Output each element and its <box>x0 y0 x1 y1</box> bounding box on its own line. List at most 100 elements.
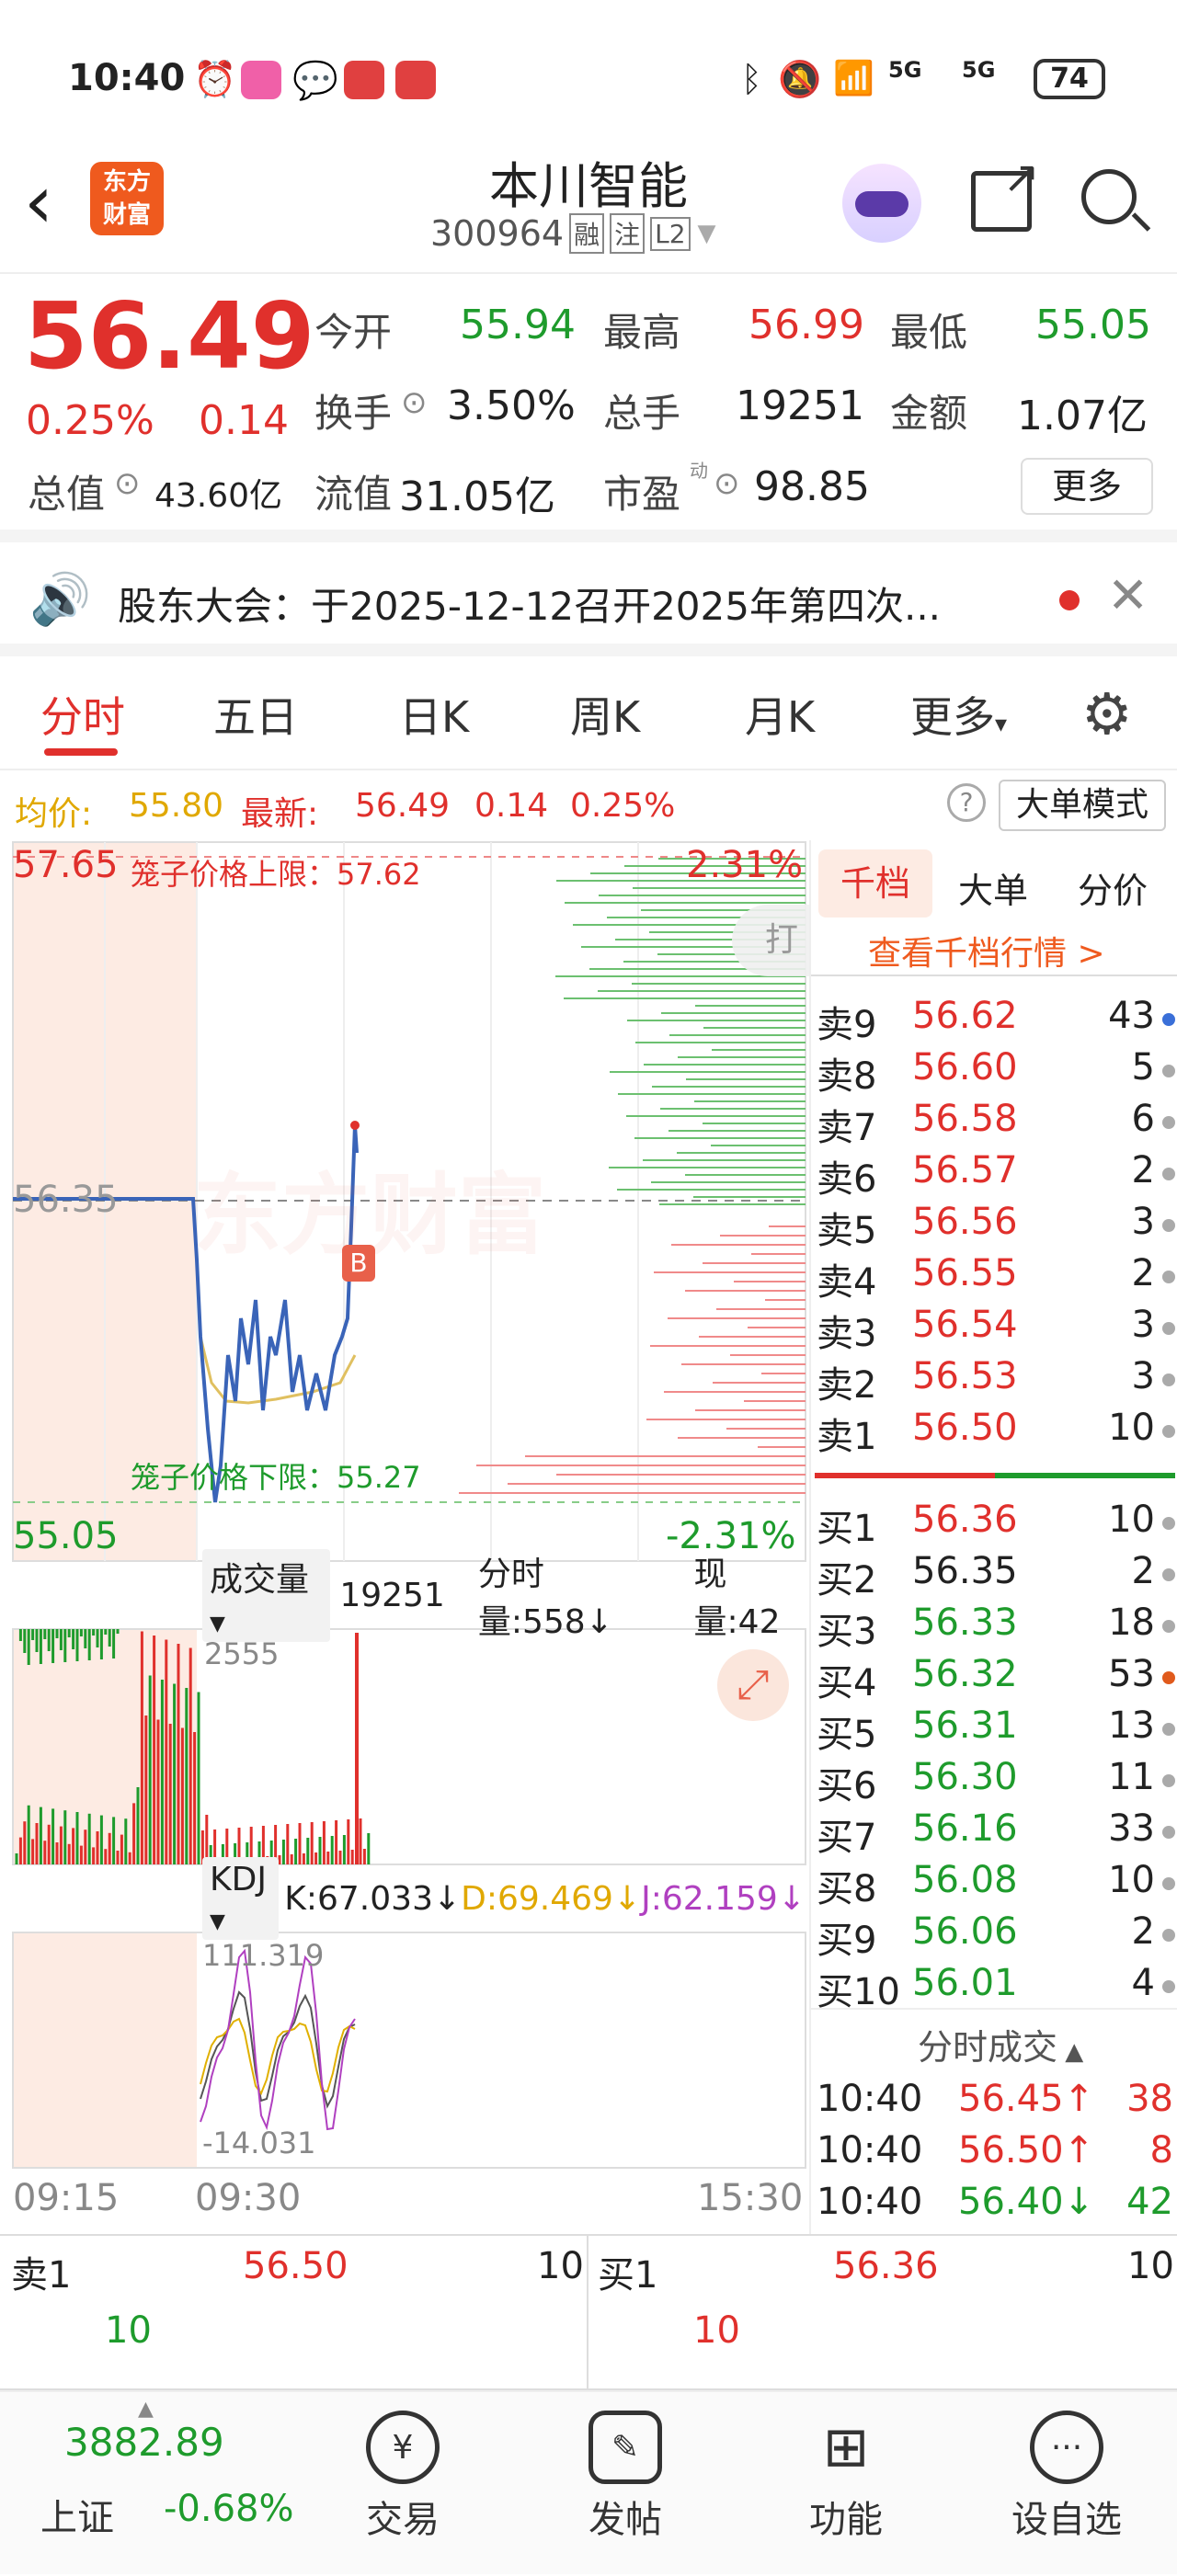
buy-level-row[interactable]: 买5 56.31 13 <box>811 1704 1177 1756</box>
buy-level-row[interactable]: 买10 56.01 4 <box>811 1962 1177 2013</box>
level-dot-icon <box>1162 1568 1175 1581</box>
nav-trade[interactable]: ¥ 交易 <box>320 2411 486 2543</box>
chevron-up-icon: ▲ <box>1057 2038 1084 2066</box>
level-price: 56.58 <box>912 1098 1018 1140</box>
float-value: 31.05亿 <box>399 473 555 520</box>
last-label: 最新: <box>241 795 319 833</box>
book-tab-big-order[interactable]: 大单 <box>958 862 1028 913</box>
level-dot-icon <box>1162 1271 1175 1283</box>
app-logo[interactable]: 东方 财富 <box>90 162 164 235</box>
price-axis-min: 55.05 <box>13 1515 119 1557</box>
kdj-d-line <box>200 2017 356 2096</box>
trade-price: 56.45↑ <box>958 2078 1095 2120</box>
notice-bar[interactable]: 🔊 股东大会：于2025-12-12召开2025年第四次... ✕ <box>0 542 1177 656</box>
buy-marker-badge[interactable]: B <box>342 1245 375 1282</box>
trade-row: 10:40 56.40↓ 42 <box>811 2181 1177 2232</box>
index-value: 3882.89 <box>64 2420 224 2465</box>
speaker-icon: 🔊 <box>29 570 92 628</box>
level-volume: 2 <box>1131 1550 1155 1592</box>
sell-level-row[interactable]: 卖7 56.58 6 <box>811 1098 1177 1149</box>
status-time: 10:40 <box>68 57 186 99</box>
level-price: 56.54 <box>912 1304 1018 1346</box>
expand-icon[interactable]: ⤢ <box>717 1649 789 1721</box>
nav-functions[interactable]: ⊞ 功能 <box>763 2411 929 2543</box>
assistant-avatar-icon[interactable] <box>842 164 921 243</box>
tab-daily-k[interactable]: 日K <box>399 684 469 745</box>
intraday-chart-area[interactable]: 东方财富 57.65 笼子价格上限：57.62 2.31% 56.35 B 笼子… <box>0 840 809 2234</box>
close-icon[interactable]: ✕ <box>1107 566 1148 624</box>
tab-weekly-k[interactable]: 周K <box>570 684 640 745</box>
help-icon[interactable]: ? <box>947 783 986 822</box>
level-label: 卖3 <box>817 1313 877 1355</box>
kdj-indicator-select[interactable]: KDJ ▼ <box>202 1857 280 1940</box>
sell-level-row[interactable]: 卖3 56.54 3 <box>811 1304 1177 1355</box>
buy-level-row[interactable]: 买3 56.33 18 <box>811 1601 1177 1653</box>
sell-level-row[interactable]: 卖1 56.50 10 <box>811 1407 1177 1458</box>
nav-post[interactable]: ✎ 发帖 <box>543 2411 708 2543</box>
quote-panel: 56.49 0.25% 0.14 今开 55.94 最高 56.99 最低 55… <box>0 274 1177 542</box>
battery-indicator: 74 <box>1034 59 1105 99</box>
more-button[interactable]: 更多 <box>1021 458 1153 515</box>
settings-gear-icon[interactable]: ⚙ <box>1081 680 1133 747</box>
level-dot-icon <box>1162 1219 1175 1232</box>
kdj-axis-max: 111.319 <box>202 1938 325 1973</box>
level-dot-icon <box>1162 1425 1175 1438</box>
high-point <box>350 1121 360 1130</box>
buy-level-row[interactable]: 买7 56.16 33 <box>811 1807 1177 1859</box>
tab-intraday[interactable]: 分时 <box>40 684 125 745</box>
view-depth-link[interactable]: 查看千档行情 > <box>868 927 1105 975</box>
buy-level-row[interactable]: 买2 56.35 2 <box>811 1550 1177 1601</box>
buy-level-row[interactable]: 买4 56.32 53 <box>811 1653 1177 1704</box>
volume-indicator-select[interactable]: 成交量 ▼ <box>202 1548 331 1642</box>
order-float-button[interactable]: 打 <box>732 905 809 976</box>
buy-level-row[interactable]: 买1 56.36 10 <box>811 1499 1177 1550</box>
level-price: 56.06 <box>912 1910 1018 1953</box>
sell-level-row[interactable]: 卖5 56.56 3 <box>811 1201 1177 1252</box>
tag-l2: L2 <box>650 216 691 251</box>
message-icon: 💬 <box>292 60 338 102</box>
sell-level-row[interactable]: 卖2 56.53 3 <box>811 1355 1177 1407</box>
trades-header[interactable]: 分时成交 ▲ <box>918 2019 1083 2069</box>
tab-five-day[interactable]: 五日 <box>213 684 298 745</box>
sell-level-row[interactable]: 卖4 56.55 2 <box>811 1252 1177 1304</box>
level-price: 56.36 <box>912 1499 1018 1541</box>
big-order-mode-button[interactable]: 大单模式 <box>999 780 1166 831</box>
tab-more[interactable]: 更多▾ <box>910 684 1007 745</box>
alarm-icon: ⏰ <box>193 59 237 99</box>
nav-index-widget[interactable]: ▲ 3882.89 上证 -0.68% <box>0 2392 294 2576</box>
last-price: 56.49 <box>24 282 315 390</box>
kdj-k-line <box>200 1990 356 2109</box>
time-axis-close: 15:30 <box>697 2177 804 2219</box>
buy-level-row[interactable]: 买8 56.08 10 <box>811 1859 1177 1910</box>
level-price: 56.16 <box>912 1807 1018 1850</box>
chevron-down-icon: ▼ <box>697 220 716 247</box>
level-volume: 53 <box>1108 1653 1155 1695</box>
book-tab-depth[interactable]: 千档 <box>818 849 932 918</box>
kdj-d-value: D:69.469↓ <box>461 1879 642 1918</box>
search-icon[interactable] <box>1081 169 1151 232</box>
buy-level-row[interactable]: 买6 56.30 11 <box>811 1756 1177 1807</box>
trade-yen-icon: ¥ <box>366 2411 440 2484</box>
buy-level-row[interactable]: 买9 56.06 2 <box>811 1910 1177 1962</box>
upper-limit-label: 笼子价格上限：57.62 <box>131 857 421 892</box>
level-label: 买6 <box>817 1765 877 1807</box>
sell-level-row[interactable]: 卖9 56.62 43 <box>811 995 1177 1046</box>
book-tab-price-dist[interactable]: 分价 <box>1078 862 1148 913</box>
back-icon[interactable]: ‹ <box>24 165 53 239</box>
level-label: 卖8 <box>817 1055 877 1098</box>
info-icon[interactable]: ⊙ <box>401 384 428 421</box>
info-icon-3[interactable]: ⊙ <box>714 465 740 502</box>
share-icon[interactable]: ↗ <box>971 152 1040 232</box>
lower-limit-label: 笼子价格下限：55.27 <box>131 1460 421 1495</box>
tab-monthly-k[interactable]: 月K <box>745 684 815 745</box>
stock-code-row[interactable]: 300964 融 注 L2 ▼ <box>430 213 716 254</box>
level-volume: 5 <box>1131 1046 1155 1089</box>
info-icon-2[interactable]: ⊙ <box>114 465 141 502</box>
change-percent: 0.25% <box>26 397 154 444</box>
app-notify-icon-2 <box>344 61 384 99</box>
sell-depth-bar <box>815 1473 995 1478</box>
sell-level-row[interactable]: 卖6 56.57 2 <box>811 1149 1177 1201</box>
nav-add-watchlist[interactable]: ··· 设自选 <box>984 2411 1149 2543</box>
sell-level-row[interactable]: 卖8 56.60 5 <box>811 1046 1177 1098</box>
bid1-price: 56.36 <box>833 2245 939 2287</box>
